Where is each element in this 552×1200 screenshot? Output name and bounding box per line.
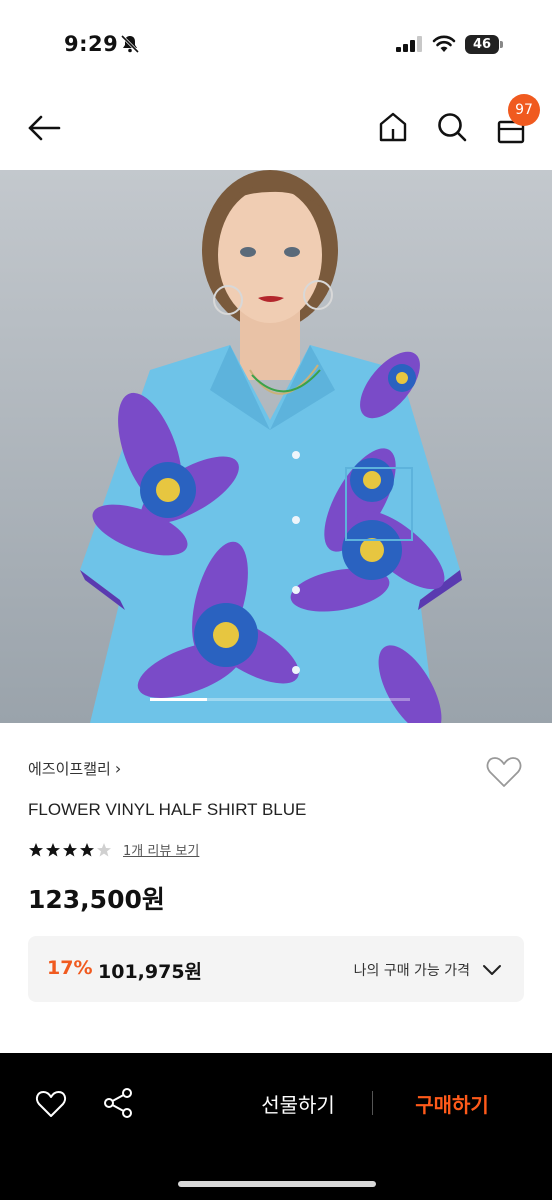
- top-navigation: 97: [0, 80, 552, 170]
- home-indicator: [178, 1181, 376, 1187]
- star-filled-icon: [63, 842, 77, 856]
- bell-off-icon: [120, 34, 140, 54]
- heart-icon[interactable]: [484, 752, 524, 792]
- status-bar: 9:29 46: [0, 0, 552, 80]
- buy-button[interactable]: 구매하기: [392, 1085, 512, 1125]
- my-price-value: 101,975원: [98, 961, 203, 983]
- my-price-panel[interactable]: 17% 101,975원 나의 구매 가능 가격: [28, 936, 524, 1002]
- product-name: FLOWER VINYL HALF SHIRT BLUE: [28, 800, 307, 819]
- rating-row: 1개 리뷰 보기: [28, 840, 199, 859]
- share-icon[interactable]: [101, 1086, 135, 1120]
- product-price: 123,500원: [28, 885, 165, 914]
- home-icon[interactable]: [377, 111, 409, 143]
- star-empty-icon: [97, 842, 111, 856]
- chevron-right-icon: ›: [114, 759, 122, 778]
- heart-icon[interactable]: [34, 1087, 68, 1121]
- search-icon[interactable]: [436, 111, 468, 143]
- brand-link[interactable]: 에즈이프캘리 ›: [28, 758, 121, 779]
- chevron-down-icon[interactable]: [482, 960, 502, 980]
- product-image[interactable]: [0, 170, 552, 723]
- star-filled-icon: [46, 842, 60, 856]
- cart-count-badge: 97: [508, 94, 540, 126]
- back-arrow-icon[interactable]: [26, 110, 62, 146]
- review-link[interactable]: 1개 리뷰 보기: [123, 840, 199, 859]
- gift-button[interactable]: 선물하기: [238, 1085, 358, 1125]
- star-filled-icon: [80, 842, 94, 856]
- battery-cap: [500, 41, 503, 48]
- signal-icon: [396, 36, 422, 52]
- status-time: 9:29: [64, 32, 119, 56]
- divider: [372, 1091, 373, 1115]
- brand-name: 에즈이프캘리: [28, 760, 111, 778]
- image-carousel-progress: [150, 698, 410, 701]
- star-filled-icon: [29, 842, 43, 856]
- wifi-icon: [432, 35, 456, 52]
- product-photo: [0, 170, 552, 723]
- discount-rate: 17%: [47, 957, 93, 979]
- bottom-action-bar: 선물하기 구매하기: [0, 1053, 552, 1200]
- battery-indicator: 46: [465, 35, 499, 54]
- rating-stars: [28, 842, 113, 858]
- image-carousel-progress-fill: [150, 698, 208, 701]
- my-price-label: 나의 구매 가능 가격: [353, 963, 470, 979]
